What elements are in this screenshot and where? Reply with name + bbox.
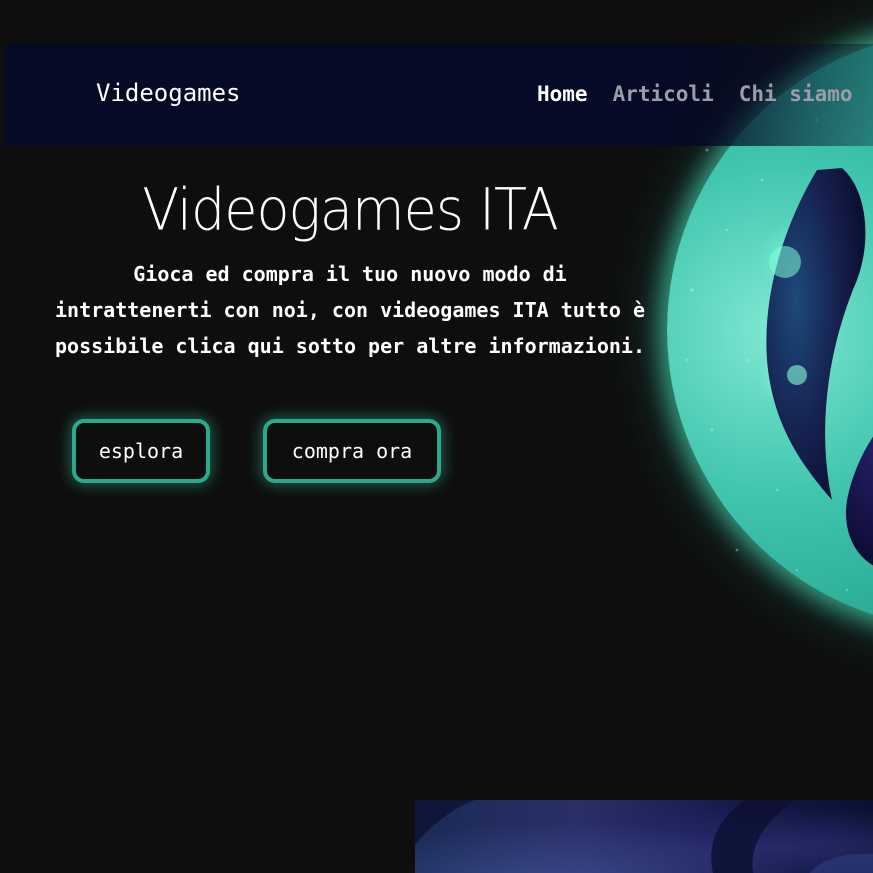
nav-link-articoli[interactable]: Articoli	[613, 82, 714, 106]
explore-button[interactable]: esplora	[76, 423, 206, 479]
buy-now-button[interactable]: compra ora	[267, 423, 437, 479]
brand-logo-text[interactable]: Videogames	[96, 79, 241, 107]
nav-link-home[interactable]: Home	[537, 82, 588, 106]
hero-title: Videogames ITA	[142, 175, 559, 244]
hero-description: Gioca ed compra il tuo nuovo modo di int…	[54, 262, 645, 358]
nav-links: Home Articoli Chi siamo	[537, 82, 873, 106]
navbar: Videogames Home Articoli Chi siamo	[5, 44, 873, 146]
bottom-banner-art	[415, 800, 873, 873]
bottom-banner-image	[415, 800, 873, 873]
nav-link-chi-siamo[interactable]: Chi siamo	[739, 82, 853, 106]
page: Videogames Home Articoli Chi siamo Video…	[0, 0, 873, 873]
